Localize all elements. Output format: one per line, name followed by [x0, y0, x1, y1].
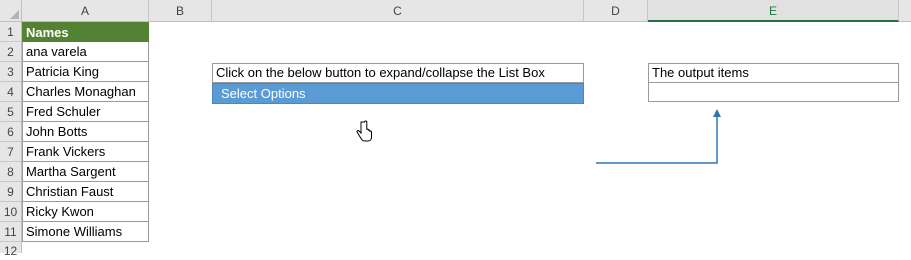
row-header-7[interactable]: 7: [0, 142, 22, 162]
row-header-1[interactable]: 1: [0, 22, 22, 42]
row-header-4[interactable]: 4: [0, 82, 22, 102]
name-cell[interactable]: Patricia King: [22, 62, 149, 82]
name-cell[interactable]: Ricky Kwon: [22, 202, 149, 222]
column-header-e[interactable]: E: [648, 0, 899, 22]
select-all-corner[interactable]: [0, 0, 22, 22]
name-cell[interactable]: Charles Monaghan: [22, 82, 149, 102]
names-header-cell[interactable]: Names: [22, 22, 149, 42]
row-header-12[interactable]: 12: [0, 242, 22, 258]
name-cell[interactable]: ana varela: [22, 42, 149, 62]
row-header-3[interactable]: 3: [0, 62, 22, 82]
row-header-6[interactable]: 6: [0, 122, 22, 142]
row-header-5[interactable]: 5: [0, 102, 22, 122]
column-header-overflow: [899, 0, 911, 22]
column-header-c[interactable]: C: [212, 0, 584, 22]
row-header-9[interactable]: 9: [0, 182, 22, 202]
row-header-8[interactable]: 8: [0, 162, 22, 182]
name-cell[interactable]: Fred Schuler: [22, 102, 149, 122]
connector-arrow-icon: [596, 109, 721, 164]
row-header-11[interactable]: 11: [0, 222, 22, 242]
name-cell[interactable]: Simone Williams: [22, 222, 149, 242]
row-header-10[interactable]: 10: [0, 202, 22, 222]
column-header-b[interactable]: B: [149, 0, 212, 22]
column-header-d[interactable]: D: [584, 0, 648, 22]
column-header-a[interactable]: A: [22, 0, 149, 22]
output-label-cell[interactable]: The output items: [648, 63, 899, 83]
name-cell[interactable]: Christian Faust: [22, 182, 149, 202]
name-cell[interactable]: Frank Vickers: [22, 142, 149, 162]
output-value-cell[interactable]: [648, 83, 899, 102]
hand-pointer-icon: [356, 120, 372, 142]
name-cell[interactable]: John Botts: [22, 122, 149, 142]
spreadsheet: A B C D E 1 2 3 4 5 6 7 8 9 10 11 12 Nam…: [0, 0, 911, 258]
instruction-cell[interactable]: Click on the below button to expand/coll…: [212, 63, 584, 83]
select-options-button[interactable]: Select Options: [212, 83, 584, 104]
name-cell[interactable]: Martha Sargent: [22, 162, 149, 182]
row-header-2[interactable]: 2: [0, 42, 22, 62]
